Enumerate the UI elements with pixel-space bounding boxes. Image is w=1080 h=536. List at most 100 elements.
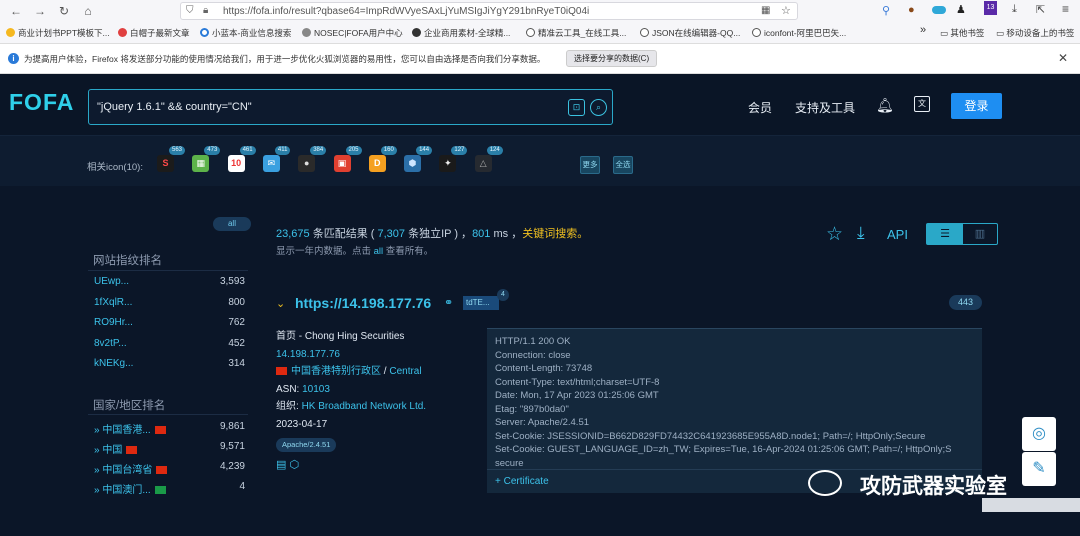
back-icon[interactable]: ← xyxy=(8,3,24,19)
fingerprint-item[interactable]: UEwp... xyxy=(94,276,129,287)
bookmark-item[interactable]: 小蓝本-商业信息搜索 xyxy=(200,27,291,39)
watermark-text: 攻防武器实验室 xyxy=(860,475,1007,498)
star-icon[interactable]: ☆ xyxy=(826,223,843,246)
lock-icon[interactable]: 🔒︎ xyxy=(203,5,208,16)
bell-icon[interactable]: 🔔︎ xyxy=(876,97,894,114)
search-query[interactable]: "jQuery 1.6.1" && country="CN" xyxy=(97,101,252,113)
bookmark-item[interactable]: 精准云工具_在线工具... xyxy=(526,27,626,39)
related-icon[interactable]: D xyxy=(368,155,386,172)
city-link[interactable]: Central xyxy=(389,366,421,377)
country-item[interactable]: » 中国澳门... xyxy=(94,481,166,496)
download-icon[interactable]: ⤓ xyxy=(857,223,865,243)
browser-toolbar: ← → ↻ ⌂ ⛉ 🔒︎ https://fofa.info/result?qb… xyxy=(0,0,1080,22)
related-icon[interactable]: △ xyxy=(474,155,492,172)
related-icon[interactable]: ⬢ xyxy=(404,155,422,172)
search-icon[interactable]: ⌕ xyxy=(590,99,607,116)
browser-chrome: ← → ↻ ⌂ ⛉ 🔒︎ https://fofa.info/result?qb… xyxy=(0,0,1080,74)
related-icon-count: 473 xyxy=(204,146,221,155)
fingerprint-item[interactable]: 8v2tP... xyxy=(94,338,127,349)
cookie-icon[interactable]: ● xyxy=(908,4,915,16)
toggle-extension-icon[interactable] xyxy=(932,6,946,14)
location-icon[interactable]: ⚲ xyxy=(882,4,890,17)
link-icon[interactable]: ⚭ xyxy=(444,296,453,309)
ip-link[interactable]: 14.198.177.76 xyxy=(276,346,426,364)
chevron-icon: ⌄ xyxy=(276,298,286,310)
fingerprint-item[interactable]: kNEKg... xyxy=(94,358,133,369)
forward-icon[interactable]: → xyxy=(32,3,48,19)
keyword-search-link[interactable]: 关键词搜索。 xyxy=(522,228,588,240)
bookmark-item[interactable]: 白帽子最新文章 xyxy=(118,27,190,39)
related-icon[interactable]: 10 xyxy=(227,155,245,172)
chart-view-icon[interactable]: ▥ xyxy=(963,224,997,244)
share-data-button[interactable]: 选择要分享的数据(C) xyxy=(566,50,658,67)
download-icon[interactable]: ⤓ xyxy=(1012,3,1017,16)
more-button[interactable]: 更多 xyxy=(580,156,600,174)
chevron-right-icon[interactable]: » xyxy=(920,24,926,36)
result-host-link[interactable]: https://14.198.177.76 xyxy=(295,295,431,311)
address-bar[interactable]: ⛉ 🔒︎ https://fofa.info/result?qbase64=Im… xyxy=(180,2,798,20)
port-badge[interactable]: 443 xyxy=(949,295,982,310)
fofa-logo[interactable]: FOFA xyxy=(9,89,74,116)
home-icon[interactable]: ⌂ xyxy=(80,3,96,19)
result-tag[interactable]: tdTE... xyxy=(463,296,499,310)
related-icon[interactable]: ▦ xyxy=(192,155,210,172)
nav-membership[interactable]: 会员 xyxy=(748,99,772,116)
view-all-link[interactable]: all xyxy=(374,246,384,257)
cube-icon[interactable]: ⬡ xyxy=(289,459,299,471)
close-icon[interactable]: ✕ xyxy=(1058,51,1068,65)
bookmark-item[interactable]: iconfont-阿里巴巴矢... xyxy=(752,27,846,39)
list-view-icon[interactable]: ☰ xyxy=(927,224,963,244)
bookmark-folder[interactable]: ▭ 移动设备上的书签 xyxy=(996,27,1074,39)
country-ranking-title: 国家/地区排名 xyxy=(93,400,166,412)
select-all-button[interactable]: 全选 xyxy=(613,156,633,174)
all-tag[interactable]: all xyxy=(213,217,251,231)
org-link[interactable]: HK Broadband Network Ltd. xyxy=(302,401,427,412)
info-icon: i xyxy=(8,53,19,64)
related-icon[interactable]: S xyxy=(157,155,174,172)
code-icon[interactable]: ▤ xyxy=(276,459,286,471)
related-icon-count: 411 xyxy=(274,146,291,155)
result-summary: 23,675 条匹配结果 ( 7,307 条独立IP ) ，801 ms ，关键… xyxy=(276,228,589,240)
profile-badge[interactable]: 13 xyxy=(984,1,997,15)
translate-icon[interactable]: 文 xyxy=(914,96,930,112)
url-text[interactable]: https://fofa.info/result?qbase64=ImpRdWV… xyxy=(223,6,589,17)
banner-text: HTTP/1.1 200 OK Connection: close Conten… xyxy=(495,336,952,469)
api-button[interactable]: API xyxy=(887,227,908,242)
bookmark-item[interactable]: 企业商用素材-全球精... xyxy=(412,27,510,39)
search-input[interactable]: "jQuery 1.6.1" && country="CN" ⊡ ⌕ xyxy=(88,89,613,125)
wechat-icon[interactable]: ◎ xyxy=(1022,417,1056,451)
country-flag-icon xyxy=(154,486,166,494)
qr-code-icon[interactable]: ▦ xyxy=(761,5,770,16)
edit-icon[interactable]: ✎ xyxy=(1022,452,1056,486)
country-item[interactable]: » 中国台湾省 xyxy=(94,461,168,476)
country-item[interactable]: » 中国香港... xyxy=(94,421,166,436)
related-icon[interactable]: ● xyxy=(298,155,316,172)
related-icon[interactable]: ▣ xyxy=(333,155,351,172)
fingerprint-item[interactable]: 1fXqlR... xyxy=(94,297,132,308)
certificate-toggle[interactable]: + Certificate xyxy=(495,476,549,487)
date-range-note: 显示一年内数据。点击 all 查看所有。 xyxy=(276,246,434,257)
share-icon[interactable]: ⇱ xyxy=(1036,3,1045,16)
country-item[interactable]: » 中国 xyxy=(94,441,138,456)
bookmark-item[interactable]: NOSEC|FOFA用户中心 xyxy=(302,27,403,39)
nav-tools[interactable]: 支持及工具 xyxy=(795,99,855,116)
menu-icon[interactable]: ≡ xyxy=(1062,2,1069,16)
related-icon[interactable]: ✉ xyxy=(262,155,280,172)
image-search-icon[interactable]: ⊡ xyxy=(568,99,585,116)
bookmark-item[interactable]: JSON在线编辑器-QQ... xyxy=(640,27,740,39)
related-icon[interactable]: ✦ xyxy=(439,155,457,172)
fingerprint-count: 314 xyxy=(228,358,245,369)
shield-icon[interactable]: ⛉ xyxy=(186,5,194,16)
region-link[interactable]: 中国香港特别行政区 xyxy=(291,366,381,377)
fingerprint-item[interactable]: RO9Hr... xyxy=(94,317,133,328)
server-tag[interactable]: Apache/2.4.51 xyxy=(276,438,337,452)
country-count: 9,571 xyxy=(219,441,245,452)
asn-link[interactable]: 10103 xyxy=(302,384,330,395)
bookmark-item[interactable]: 商业计划书PPT模板下... xyxy=(6,27,110,39)
login-button[interactable]: 登录 xyxy=(951,93,1002,119)
bookmark-folder[interactable]: ▭ 其他书签 xyxy=(940,27,984,39)
star-icon[interactable]: ☆ xyxy=(781,4,791,17)
country-count: 4,239 xyxy=(219,461,245,472)
user-icon[interactable]: ♟ xyxy=(956,3,966,16)
reload-icon[interactable]: ↻ xyxy=(56,3,72,19)
